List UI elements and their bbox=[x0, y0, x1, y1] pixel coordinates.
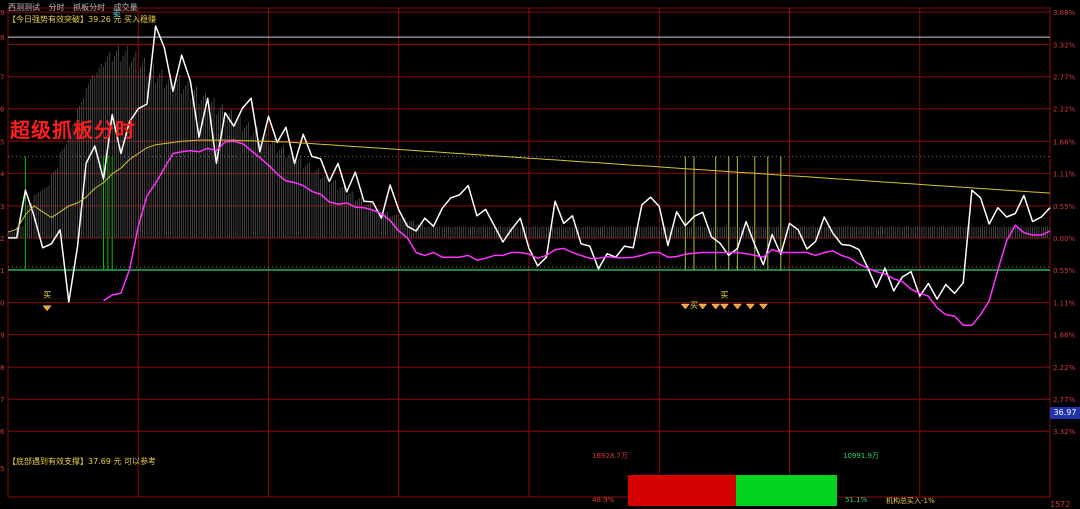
money-flow-bar: 16928.7万 10991.9万 48.9% 51.1% 机构总买入-1% bbox=[592, 452, 935, 506]
left-tick-label: 3 bbox=[0, 203, 4, 211]
right-tick-label: 1.66% bbox=[1053, 332, 1076, 340]
grid-layer bbox=[7, 7, 1051, 498]
chart-header: 西测测试 分时 抓板分时 成交量 bbox=[8, 2, 144, 13]
left-tick-label: 1 bbox=[0, 267, 4, 275]
intraday-chart: 卖买买买 3.88%3.32%2.77%2.22%1.66%1.11%0.55%… bbox=[0, 7, 1076, 506]
signal-label: 买 bbox=[690, 301, 698, 310]
diamond-icon bbox=[758, 303, 768, 310]
buy-flow-bar bbox=[736, 475, 837, 506]
left-tick-label: 7 bbox=[0, 74, 4, 82]
tab-volume[interactable]: 成交量 bbox=[114, 3, 138, 12]
tab-test[interactable]: 西测测试 bbox=[8, 3, 40, 12]
sell-flow-bar bbox=[628, 475, 736, 506]
right-tick-label: 3.32% bbox=[1053, 42, 1076, 50]
right-tick-label: 3.32% bbox=[1053, 428, 1076, 436]
left-tick-label: 2 bbox=[0, 235, 4, 243]
axis-ticks: 3.88% 3.32% 2.77% 2.22% 1.66% 1.11% 0.55% 0.00%… bbox=[0, 9, 1076, 473]
left-tick-label: 5 bbox=[0, 465, 4, 473]
right-tick-label: 1.66% bbox=[1053, 138, 1076, 146]
signal-label: 买 bbox=[720, 290, 728, 299]
bottom-right-value: 1572 bbox=[1050, 500, 1071, 509]
tab-grab-board[interactable]: 抓板分时 bbox=[73, 3, 105, 12]
sell-flow-amount: 16928.7万 bbox=[592, 452, 628, 460]
right-tick-label: 0.55% bbox=[1053, 203, 1076, 211]
buy-flow-pct: 51.1% bbox=[845, 496, 868, 504]
diamond-icon bbox=[680, 303, 690, 310]
buy-flow-amount: 10991.9万 bbox=[843, 452, 879, 460]
right-tick-label: 0.00% bbox=[1053, 235, 1076, 243]
signal-label: 买 bbox=[43, 290, 51, 299]
right-tick-label: 2.77% bbox=[1053, 74, 1076, 82]
sell-flow-pct: 48.9% bbox=[592, 496, 615, 504]
left-tick-label: 8 bbox=[0, 364, 4, 372]
right-tick-label: 2.77% bbox=[1053, 396, 1076, 404]
diamond-icon bbox=[732, 303, 742, 310]
diamond-icon bbox=[745, 303, 755, 310]
signal-bottom: 【底部遇到有效支撑】37.69 元 可以参考 bbox=[8, 457, 156, 466]
diamond-icon bbox=[698, 303, 708, 310]
right-tick-label: 2.22% bbox=[1053, 364, 1076, 372]
left-tick-label: 5 bbox=[0, 138, 4, 146]
current-price-tag: 36.97 bbox=[1050, 407, 1080, 419]
left-tick-label: 8 bbox=[0, 34, 4, 42]
right-tick-label: 0.55% bbox=[1053, 267, 1076, 275]
diamond-icon bbox=[42, 305, 52, 312]
left-tick-label: 6 bbox=[0, 106, 5, 114]
left-tick-label: 0 bbox=[0, 300, 4, 308]
tab-intraday[interactable]: 分时 bbox=[49, 3, 65, 12]
right-tick-label: 1.11% bbox=[1053, 300, 1076, 308]
right-tick-label: 1.11% bbox=[1053, 170, 1076, 178]
diamond-icon bbox=[719, 303, 729, 310]
left-tick-label: 9 bbox=[0, 9, 4, 17]
left-tick-label: 4 bbox=[0, 170, 5, 178]
right-tick-label: 3.88% bbox=[1053, 9, 1076, 17]
overlay-title: 超级抓板分时 bbox=[10, 118, 136, 142]
diamond-icon bbox=[711, 303, 721, 310]
left-tick-label: 7 bbox=[0, 396, 4, 404]
left-tick-label: 6 bbox=[0, 428, 5, 436]
right-tick-label: 2.22% bbox=[1053, 106, 1076, 114]
left-tick-label: 9 bbox=[0, 332, 4, 340]
institution-flow-label: 机构总买入-1% bbox=[886, 496, 935, 505]
signal-top: 【今日强势有效突破】39.26 元 买入稳赚 bbox=[8, 15, 156, 24]
